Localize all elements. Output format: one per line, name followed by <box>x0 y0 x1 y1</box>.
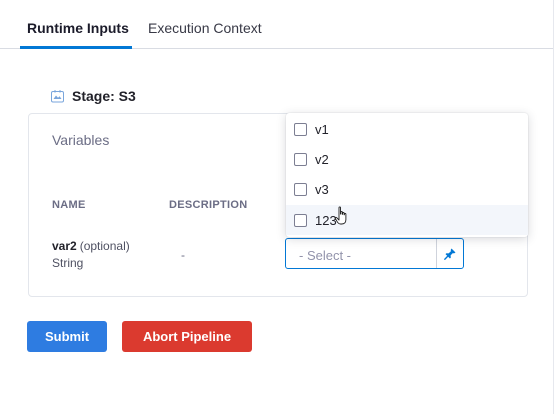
dropdown-option-123[interactable]: 123 <box>286 205 528 235</box>
option-label: v3 <box>315 181 329 197</box>
column-header-name: NAME <box>52 199 86 211</box>
variable-name-text: var2 <box>52 239 77 253</box>
options-dropdown: v1 v2 v3 123 <box>286 113 528 237</box>
panel-border <box>553 0 554 414</box>
submit-button[interactable]: Submit <box>27 321 107 352</box>
option-label: v1 <box>315 121 329 137</box>
variable-optional-tag: (optional) <box>79 239 130 253</box>
column-header-description: DESCRIPTION <box>169 199 248 211</box>
abort-pipeline-button[interactable]: Abort Pipeline <box>122 321 252 352</box>
variables-title: Variables <box>52 132 110 148</box>
dropdown-option-v3[interactable]: v3 <box>286 174 528 204</box>
select-divider <box>436 239 437 268</box>
variable-name: var2 (optional) <box>52 239 130 253</box>
tab-runtime-inputs[interactable]: Runtime Inputs <box>27 20 129 36</box>
stage-heading: Stage: S3 <box>51 88 136 104</box>
variable-type: String <box>52 256 84 270</box>
tab-bar: Runtime Inputs Execution Context <box>0 0 553 49</box>
checkbox[interactable] <box>294 122 307 136</box>
variable-value-select[interactable]: - Select - <box>285 238 464 269</box>
stage-label: Stage: S3 <box>72 88 136 104</box>
pin-icon[interactable] <box>443 247 457 261</box>
runtime-inputs-panel: Runtime Inputs Execution Context Stage: … <box>0 0 556 414</box>
stage-icon <box>51 89 64 102</box>
checkbox[interactable] <box>294 213 307 227</box>
checkbox[interactable] <box>294 182 307 196</box>
dropdown-option-v1[interactable]: v1 <box>286 114 528 144</box>
select-placeholder: - Select - <box>299 248 352 263</box>
dropdown-option-v2[interactable]: v2 <box>286 144 528 174</box>
tab-execution-context[interactable]: Execution Context <box>148 20 262 36</box>
active-tab-indicator <box>20 46 132 49</box>
checkbox[interactable] <box>294 152 307 166</box>
option-label: v2 <box>315 151 329 167</box>
hand-cursor-icon <box>334 206 347 225</box>
variable-description: - <box>181 248 185 262</box>
